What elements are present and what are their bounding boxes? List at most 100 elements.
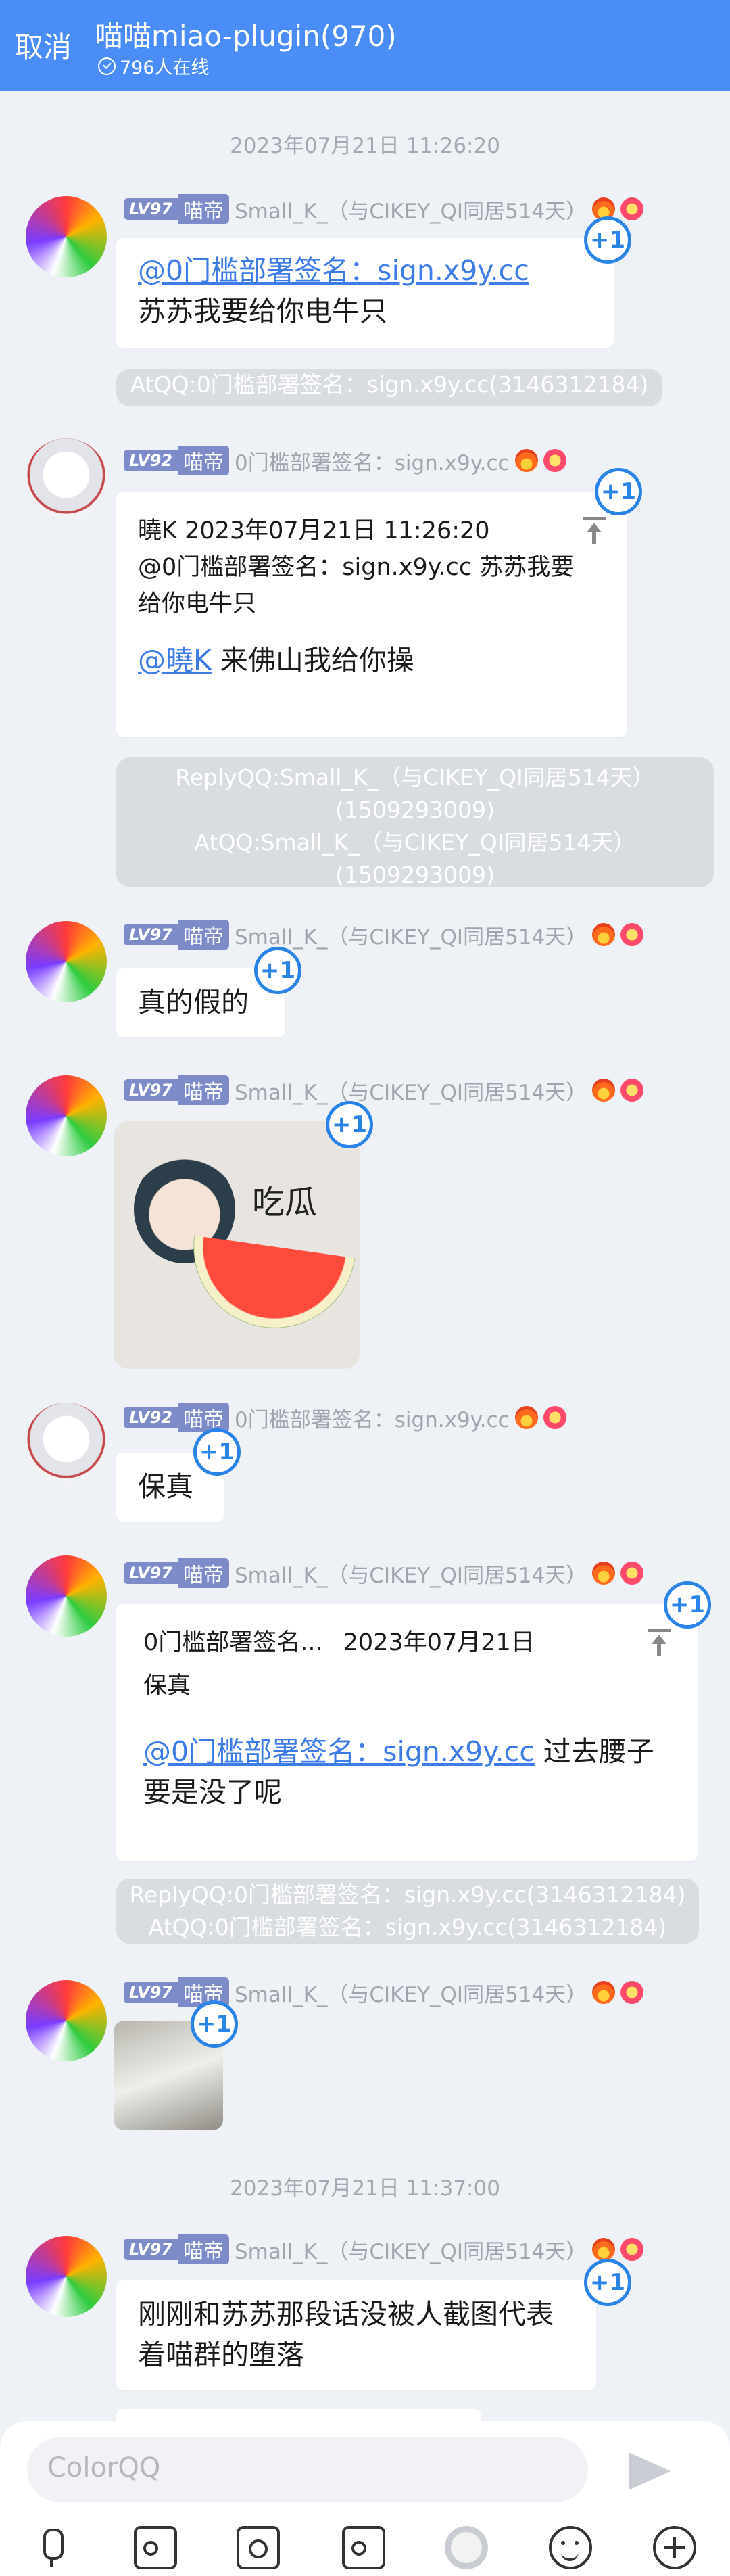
- message-text: 来佛山我给你操: [211, 644, 414, 676]
- group-title[interactable]: 喵喵miao-plugin(970): [95, 14, 397, 55]
- message-bubble[interactable]: 刚刚和苏苏那段话没被人截图代表着喵群的堕落: [116, 2280, 596, 2390]
- online-status: 796人在线: [98, 53, 210, 79]
- honor-icon: [620, 923, 644, 946]
- system-line: ReplyQQ:Small_K_（与CIKEY_QI同居514天）(150929…: [175, 764, 655, 823]
- jump-to-quote-icon[interactable]: [648, 1629, 671, 1656]
- file-icon[interactable]: [342, 2526, 385, 2569]
- quote-author: 0门槛部署签名...: [143, 1629, 323, 1656]
- role-badge: 喵帝: [177, 1403, 229, 1432]
- emoji-icon[interactable]: [549, 2526, 592, 2569]
- online-count: 796人在线: [120, 57, 210, 78]
- role-badge: 喵帝: [177, 1075, 229, 1105]
- system-message: AtQQ:0门槛部署签名：sign.x9y.cc(3146312184): [116, 369, 662, 406]
- reply-message-bubble[interactable]: 曉K 2023年07月21日 11:26:20 @0门槛部署签名：sign.x9…: [116, 492, 627, 737]
- message-text: 保真: [138, 1470, 193, 1503]
- plus-one-button[interactable]: +1: [193, 1428, 241, 1476]
- online-check-icon: [98, 57, 116, 75]
- message-input[interactable]: ColorQQ: [27, 2437, 588, 2502]
- fire-icon: [592, 2238, 616, 2261]
- honor-icon: [620, 1562, 644, 1585]
- quote-text: @0门槛部署签名：sign.x9y.cc 苏苏我要给你电牛只: [138, 554, 575, 617]
- sender-meta: LV97 喵帝 Small_K_（与CIKEY_QI同居514天）: [124, 1075, 644, 1106]
- plus-one-button[interactable]: +1: [191, 2000, 238, 2048]
- sender-name[interactable]: Small_K_（与CIKEY_QI同居514天）: [235, 1977, 587, 2008]
- sender-name[interactable]: Small_K_（与CIKEY_QI同居514天）: [235, 194, 587, 225]
- sticker-image[interactable]: 吃瓜: [114, 1121, 360, 1369]
- chat-header: 取消 喵喵miao-plugin(970) 796人在线: [0, 0, 730, 91]
- message-text: 刚刚和苏苏那段话没被人截图代表着喵群的堕落: [138, 2298, 554, 2371]
- fire-icon: [592, 1079, 616, 1102]
- role-badge: 喵帝: [177, 446, 229, 475]
- plus-one-button[interactable]: +1: [254, 947, 301, 994]
- sender-meta: LV97 喵帝 Small_K_（与CIKEY_QI同居514天）: [124, 194, 644, 225]
- sender-name[interactable]: Small_K_（与CIKEY_QI同居514天）: [235, 1075, 587, 1106]
- message-text: 苏苏我要给你电牛只: [138, 295, 387, 327]
- avatar[interactable]: [26, 921, 107, 1002]
- plus-one-button[interactable]: +1: [595, 468, 642, 515]
- cancel-button[interactable]: 取消: [15, 24, 72, 66]
- quoted-message[interactable]: 0门槛部署签名... 2023年07月21日 保真: [143, 1624, 671, 1704]
- quote-author-time: 曉K 2023年07月21日 11:26:20: [138, 517, 490, 544]
- jump-to-quote-icon[interactable]: [583, 517, 606, 544]
- fire-icon: [514, 449, 538, 472]
- quoted-message[interactable]: 曉K 2023年07月21日 11:26:20 @0门槛部署签名：sign.x9…: [138, 513, 606, 622]
- system-line: AtQQ:0门槛部署签名：sign.x9y.cc(3146312184): [148, 1914, 667, 1940]
- reply-message-bubble[interactable]: 0门槛部署签名... 2023年07月21日 保真 @0门槛部署签名：sign.x…: [116, 1604, 698, 1861]
- avatar[interactable]: [26, 1980, 107, 2061]
- honor-icon: [543, 1406, 566, 1429]
- level-badge: LV97: [124, 1079, 178, 1101]
- avatar[interactable]: [26, 438, 107, 519]
- mention-link[interactable]: @曉K: [138, 644, 212, 676]
- plus-one-button[interactable]: +1: [584, 2259, 631, 2306]
- honor-icon: [620, 197, 644, 220]
- fire-icon: [592, 923, 616, 946]
- sender-name[interactable]: Small_K_（与CIKEY_QI同居514天）: [235, 1558, 587, 1589]
- timestamp: 2023年07月21日 11:26:20: [230, 134, 500, 158]
- level-badge: LV97: [124, 924, 178, 945]
- sender-meta: LV92 喵帝 0门槛部署签名：sign.x9y.cc: [124, 446, 566, 475]
- sender-meta: LV97 喵帝 Small_K_（与CIKEY_QI同居514天）: [124, 920, 644, 950]
- avatar[interactable]: [26, 1555, 107, 1637]
- timestamp: 2023年07月21日 11:37:00: [230, 2176, 500, 2201]
- role-badge: 喵帝: [177, 194, 229, 224]
- plus-one-button[interactable]: +1: [584, 216, 631, 264]
- sticker-caption: 吃瓜: [252, 1184, 318, 1221]
- fire-icon: [592, 1981, 616, 2004]
- watermelon-graphic: [182, 1235, 356, 1339]
- level-badge: LV97: [124, 1982, 178, 2003]
- sender-name[interactable]: Small_K_（与CIKEY_QI同居514天）: [235, 920, 587, 950]
- message-text: 真的假的: [138, 986, 249, 1018]
- avatar[interactable]: [26, 196, 107, 277]
- send-icon[interactable]: [629, 2452, 671, 2490]
- system-message: ReplyQQ:0门槛部署签名：sign.x9y.cc(3146312184) …: [116, 1879, 699, 1944]
- image-icon[interactable]: [134, 2526, 177, 2569]
- mention-link[interactable]: @0门槛部署签名：sign.x9y.cc: [143, 1735, 535, 1768]
- quote-time: 2023年07月21日: [343, 1629, 535, 1656]
- honor-icon: [620, 1079, 644, 1102]
- plus-one-button[interactable]: +1: [664, 1581, 711, 1629]
- sender-name[interactable]: 0门槛部署签名：sign.x9y.cc: [235, 1403, 510, 1433]
- plus-one-button[interactable]: +1: [326, 1101, 373, 1148]
- mic-icon[interactable]: [30, 2526, 73, 2569]
- avatar[interactable]: [26, 1403, 107, 1484]
- mention-link[interactable]: @0门槛部署签名：sign.x9y.cc: [138, 254, 529, 287]
- sender-name[interactable]: Small_K_（与CIKEY_QI同居514天）: [235, 2234, 587, 2265]
- system-line: AtQQ:Small_K_（与CIKEY_QI同居514天）(150929300…: [194, 829, 636, 888]
- system-message: ReplyQQ:Small_K_（与CIKEY_QI同居514天）(150929…: [116, 757, 714, 888]
- sender-meta: LV97 喵帝 Small_K_（与CIKEY_QI同居514天）: [124, 1558, 644, 1589]
- role-badge: 喵帝: [177, 1558, 229, 1588]
- message-bubble[interactable]: @0门槛部署签名：sign.x9y.cc 苏苏我要给你电牛只: [116, 238, 614, 348]
- sender-meta: LV97 喵帝 Small_K_（与CIKEY_QI同居514天）: [124, 2234, 644, 2265]
- avatar[interactable]: [26, 1075, 107, 1156]
- sender-name[interactable]: 0门槛部署签名：sign.x9y.cc: [235, 446, 510, 476]
- level-badge: LV97: [124, 198, 178, 220]
- gif-icon[interactable]: [445, 2526, 488, 2569]
- sender-meta: LV92 喵帝 0门槛部署签名：sign.x9y.cc: [124, 1403, 566, 1432]
- honor-icon: [620, 2238, 644, 2261]
- role-badge: 喵帝: [177, 920, 229, 950]
- plus-icon[interactable]: [653, 2526, 696, 2569]
- avatar[interactable]: [26, 2236, 107, 2317]
- level-badge: LV97: [124, 1562, 178, 1584]
- role-badge: 喵帝: [177, 2234, 229, 2264]
- camera-icon[interactable]: [237, 2526, 280, 2569]
